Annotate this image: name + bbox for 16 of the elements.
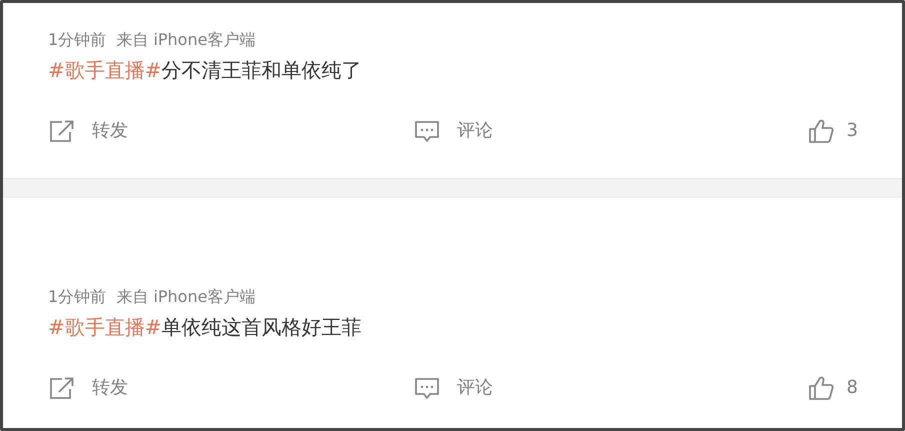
comment-button[interactable]: 评论: [413, 374, 493, 401]
thumbs-up-icon: [806, 118, 835, 144]
thumbs-up-icon: [806, 374, 835, 400]
comment-button[interactable]: 评论: [413, 117, 493, 144]
hashtag-link[interactable]: #歌手直播#: [48, 58, 162, 82]
repost-button[interactable]: 转发: [48, 117, 128, 144]
post-meta: 1分钟前 来自 iPhone客户端: [48, 29, 256, 51]
post-meta: 1分钟前 来自 iPhone客户端: [48, 286, 256, 308]
repost-button[interactable]: 转发: [48, 374, 128, 401]
like-button[interactable]: 3: [806, 117, 858, 144]
post-text: #歌手直播#分不清王菲和单依纯了: [48, 57, 363, 84]
like-button[interactable]: 8: [806, 374, 858, 401]
post-text: #歌手直播#单依纯这首风格好王菲: [48, 314, 363, 341]
hashtag-link[interactable]: #歌手直播#: [48, 315, 162, 339]
share-icon: [48, 118, 76, 144]
share-icon: [48, 374, 76, 400]
